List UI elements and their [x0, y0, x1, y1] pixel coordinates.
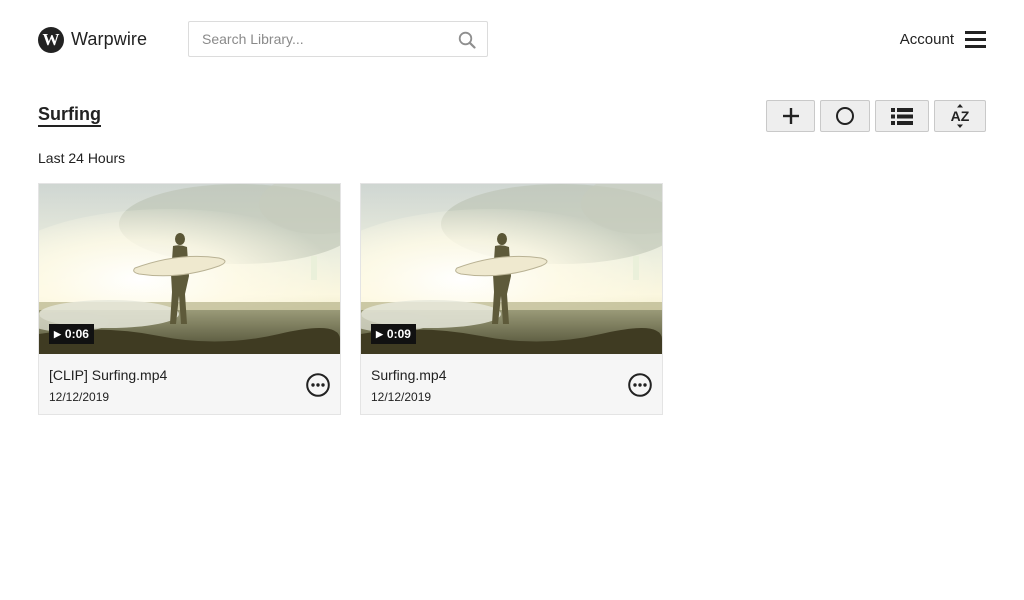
video-title[interactable]: Surfing.mp4 [371, 367, 446, 383]
account-link[interactable]: Account [900, 31, 954, 48]
video-card[interactable]: ▶ 0:09 Surfing.mp4 12/12/2019 [360, 183, 663, 415]
video-thumbnail[interactable]: ▶ 0:06 [39, 184, 340, 354]
sort-az-icon: AZ [951, 104, 970, 128]
duration-badge: ▶ 0:06 [49, 324, 94, 344]
logo-text: Warpwire [71, 29, 148, 49]
duration-text: 0:06 [64, 327, 89, 341]
header: W Warpwire Account [0, 0, 1024, 80]
video-thumbnail[interactable]: ▶ 0:09 [361, 184, 662, 354]
search-icon[interactable] [458, 31, 476, 49]
section-label: Last 24 Hours [38, 150, 126, 166]
search-input[interactable] [189, 22, 451, 56]
video-card[interactable]: ▶ 0:06 [CLIP] Surfing.mp4 12/12/2019 [38, 183, 341, 415]
search-box [188, 21, 488, 57]
more-options-icon[interactable] [628, 373, 652, 397]
plus-icon [782, 108, 799, 124]
video-date: 12/12/2019 [49, 390, 110, 404]
circle-record-icon [836, 107, 854, 125]
duration-badge: ▶ 0:09 [371, 324, 416, 344]
list-icon [891, 107, 913, 125]
logo-mark-icon: W [38, 26, 64, 53]
add-button[interactable] [766, 100, 815, 132]
play-icon: ▶ [54, 328, 61, 339]
video-date: 12/12/2019 [371, 390, 432, 404]
video-title[interactable]: [CLIP] Surfing.mp4 [49, 367, 167, 383]
more-options-icon[interactable] [306, 373, 330, 397]
list-view-button[interactable] [875, 100, 929, 132]
hamburger-menu-icon[interactable] [965, 31, 986, 48]
page-title[interactable]: Surfing [38, 104, 101, 127]
duration-text: 0:09 [386, 327, 411, 341]
play-icon: ▶ [376, 328, 383, 339]
warpwire-logo[interactable]: W Warpwire [38, 26, 147, 53]
record-button[interactable] [820, 100, 870, 132]
sort-az-label: AZ [951, 108, 970, 124]
sort-az-button[interactable]: AZ [934, 100, 986, 132]
